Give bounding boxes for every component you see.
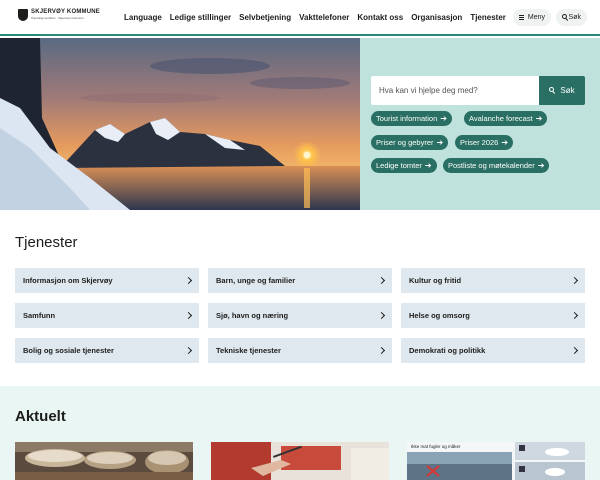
service-card[interactable]: Sjø, havn og næring xyxy=(208,303,392,328)
news-card-heading: Ikke mat fugler og måker xyxy=(411,444,461,449)
chevron-right-icon xyxy=(377,276,386,285)
quicklink-label: Tourist information xyxy=(376,114,438,123)
arrow-right-icon: ➔ xyxy=(537,160,545,170)
coat-of-arms-icon xyxy=(18,9,28,21)
chevron-right-icon xyxy=(377,346,386,355)
nav-tjenester[interactable]: Tjenester xyxy=(470,12,506,23)
site-logo[interactable]: SKJERVØY KOMMUNE Ávjovárgi suohkan · Skj… xyxy=(18,9,100,21)
service-label: Samfunn xyxy=(23,311,56,320)
quicklink-priser-og-gebyrer[interactable]: Priser og gebyrer ➔ xyxy=(371,135,449,150)
site-header: SKJERVØY KOMMUNE Ávjovárgi suohkan · Skj… xyxy=(0,0,600,36)
menu-button[interactable]: Meny xyxy=(513,9,551,26)
service-card[interactable]: Helse og omsorg xyxy=(401,303,585,328)
quicklink-postliste[interactable]: Postliste og møtekalender ➔ xyxy=(443,158,550,173)
menu-label: Meny xyxy=(527,14,545,21)
header-search-label: Søk xyxy=(568,14,581,21)
quicklink-avalanche-forecast[interactable]: Avalanche forecast ➔ xyxy=(464,111,548,126)
nav-selvbetjening[interactable]: Selvbetjening xyxy=(239,12,291,23)
service-card[interactable]: Barn, unge og familier xyxy=(208,268,392,293)
nav-vakttelefoner[interactable]: Vakttelefoner xyxy=(299,12,349,23)
chevron-right-icon xyxy=(184,346,193,355)
arrow-right-icon: ➔ xyxy=(501,137,509,147)
arrow-right-icon: ➔ xyxy=(436,137,444,147)
hero-section: Søk Tourist information➔ Avalanche forec… xyxy=(0,38,600,210)
logo-name: SKJERVØY KOMMUNE xyxy=(31,9,100,15)
service-label: Informasjon om Skjervøy xyxy=(23,276,113,285)
service-label: Helse og omsorg xyxy=(409,311,470,320)
service-card[interactable]: Tekniske tjenester xyxy=(208,338,392,363)
search-bar: Søk xyxy=(371,76,585,105)
search-input[interactable] xyxy=(371,76,539,105)
arrow-right-icon: ➔ xyxy=(424,160,432,170)
arrow-right-icon: ➔ xyxy=(440,113,447,123)
chevron-right-icon xyxy=(570,276,579,285)
news-title: Aktuelt xyxy=(15,408,66,425)
news-card-image[interactable]: Ikke mat fugler og måker xyxy=(407,442,585,480)
services-title: Tjenester xyxy=(15,234,78,251)
main-nav: Language Ledige stillinger Selvbetjening… xyxy=(124,12,506,23)
quicklink-label: Postliste og møtekalender xyxy=(448,161,535,170)
chevron-right-icon xyxy=(377,311,386,320)
header-search-button[interactable]: Søk xyxy=(556,9,587,26)
search-icon xyxy=(562,14,567,21)
news-card-image[interactable] xyxy=(211,442,389,480)
quicklink-label: Priser 2026 xyxy=(460,138,499,147)
service-card[interactable]: Bolig og sosiale tjenester xyxy=(15,338,199,363)
news-card-image[interactable] xyxy=(15,442,193,480)
quicklink-label: Avalanche forecast xyxy=(469,114,533,123)
chevron-right-icon xyxy=(570,346,579,355)
search-icon xyxy=(549,87,556,94)
search-submit-label: Søk xyxy=(560,86,575,95)
hero-image xyxy=(0,38,360,210)
hero-search-panel: Søk Tourist information➔ Avalanche forec… xyxy=(360,38,600,210)
service-card[interactable]: Samfunn xyxy=(15,303,199,328)
service-label: Bolig og sosiale tjenester xyxy=(23,346,114,355)
service-card[interactable]: Informasjon om Skjervøy xyxy=(15,268,199,293)
service-label: Demokrati og politikk xyxy=(409,346,486,355)
chevron-right-icon xyxy=(570,311,579,320)
service-label: Tekniske tjenester xyxy=(216,346,281,355)
nav-ledige-stillinger[interactable]: Ledige stillinger xyxy=(170,12,231,23)
hamburger-icon xyxy=(519,15,524,20)
quicklink-priser-2026[interactable]: Priser 2026 ➔ xyxy=(455,135,514,150)
news-section: Aktuelt Ikke mat fugler og måker xyxy=(0,386,600,480)
logo-subtitle: Ávjovárgi suohkan · Skjervøyn komuuni xyxy=(31,16,84,20)
arrow-right-icon: ➔ xyxy=(535,113,543,123)
nav-language[interactable]: Language xyxy=(124,12,162,23)
service-label: Kultur og fritid xyxy=(409,276,462,285)
service-card[interactable]: Kultur og fritid xyxy=(401,268,585,293)
chevron-right-icon xyxy=(184,276,193,285)
nav-organisasjon[interactable]: Organisasjon xyxy=(411,12,462,23)
quicklink-label: Ledige tomter xyxy=(376,161,422,170)
service-card[interactable]: Demokrati og politikk xyxy=(401,338,585,363)
search-submit-button[interactable]: Søk xyxy=(539,76,585,105)
quicklink-ledige-tomter[interactable]: Ledige tomter ➔ xyxy=(371,158,437,173)
nav-kontakt-oss[interactable]: Kontakt oss xyxy=(357,12,403,23)
service-label: Sjø, havn og næring xyxy=(216,311,289,320)
quicklink-label: Priser og gebyrer xyxy=(376,138,434,147)
service-label: Barn, unge og familier xyxy=(216,276,296,285)
quicklink-tourist-information[interactable]: Tourist information ➔ xyxy=(371,111,452,126)
chevron-right-icon xyxy=(184,311,193,320)
